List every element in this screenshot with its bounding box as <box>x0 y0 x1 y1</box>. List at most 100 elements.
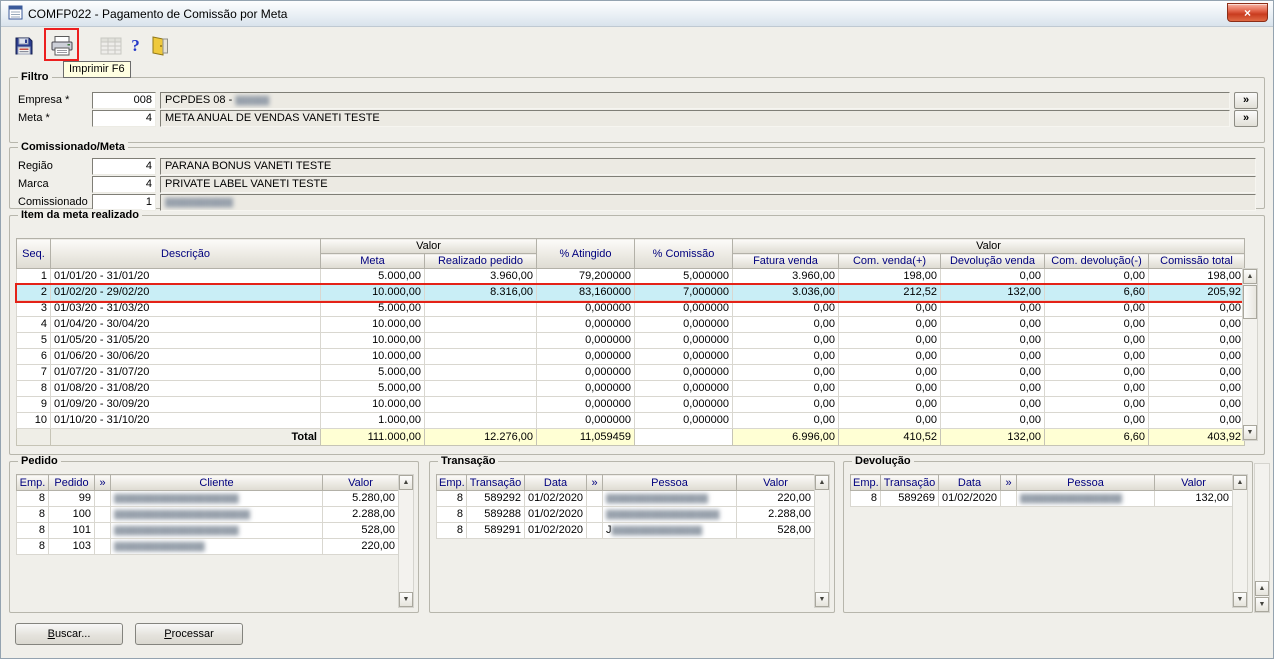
code-field[interactable]: 4 <box>92 110 156 127</box>
meta-row[interactable]: 10 01/10/20 - 31/10/20 1.000,00 0,000000… <box>16 412 1246 429</box>
col-header-fatura[interactable]: Fatura venda <box>732 253 839 269</box>
meta-row[interactable]: 6 01/06/20 - 30/06/20 10.000,00 0,000000… <box>16 348 1246 365</box>
transacao-row[interactable]: 8 589288 01/02/2020 ████████████████████… <box>436 506 815 523</box>
col-header-valor[interactable]: Valor <box>322 474 399 491</box>
col-header-com-devolucao[interactable]: Com. devolução(-) <box>1044 253 1149 269</box>
col-header-realizado[interactable]: Realizado pedido <box>424 253 537 269</box>
devolucao-scrollbar[interactable]: ▲ ▼ <box>1232 474 1248 608</box>
cell-comissao: 0,000000 <box>634 396 733 413</box>
cell-realizado <box>424 300 537 317</box>
cell-descricao: 01/08/20 - 31/08/20 <box>50 380 321 397</box>
col-header-emp[interactable]: Emp. <box>436 474 467 491</box>
col-header-valor[interactable]: Valor <box>736 474 815 491</box>
description-field[interactable]: META ANUAL DE VENDAS VANETI TESTE <box>160 110 1230 127</box>
save-button[interactable] <box>9 31 38 60</box>
col-header-descricao[interactable]: Descrição <box>50 238 321 269</box>
code-field[interactable]: 4 <box>92 176 156 193</box>
col-header-data[interactable]: Data <box>524 474 587 491</box>
scroll-down-icon[interactable]: ▼ <box>815 592 829 607</box>
description-field[interactable]: PCPDES 08 - ██████ <box>160 92 1230 109</box>
scroll-down-icon[interactable]: ▼ <box>1255 597 1269 612</box>
meta-row[interactable]: 3 01/03/20 - 31/03/20 5.000,00 0,000000 … <box>16 300 1246 317</box>
cell-pedido: 103 <box>48 538 95 555</box>
cell-meta: 10.000,00 <box>320 396 425 413</box>
cell-realizado <box>424 412 537 429</box>
description-field[interactable]: PARANA BONUS VANETI TESTE <box>160 158 1256 175</box>
cell-atingido: 0,000000 <box>536 412 635 429</box>
description-field[interactable]: ████████████ <box>160 194 1256 211</box>
meta-grid-table: Seq. Descrição Valor % Atingido % Comiss… <box>14 238 1247 446</box>
cell-meta: 10.000,00 <box>320 316 425 333</box>
print-button[interactable] <box>47 31 76 60</box>
col-header-emp[interactable]: Emp. <box>16 474 49 491</box>
pedido-row[interactable]: 8 99 ██████████████████████ 5.280,00 <box>16 490 399 507</box>
code-field[interactable]: 008 <box>92 92 156 109</box>
meta-row[interactable]: 5 01/05/20 - 31/05/20 10.000,00 0,000000… <box>16 332 1246 349</box>
buscar-button[interactable]: Buscar... <box>15 623 123 645</box>
exit-button[interactable] <box>145 31 174 60</box>
meta-row[interactable]: 4 01/04/20 - 30/04/20 10.000,00 0,000000… <box>16 316 1246 333</box>
code-field[interactable]: 4 <box>92 158 156 175</box>
scrollbar-thumb[interactable] <box>1243 285 1257 319</box>
scroll-up-icon[interactable]: ▲ <box>815 475 829 490</box>
scroll-up-icon[interactable]: ▲ <box>399 475 413 490</box>
bottom-pane-scrollbar[interactable]: ▲ ▼ <box>1254 463 1270 613</box>
transacao-scrollbar[interactable]: ▲ ▼ <box>814 474 830 608</box>
total-realizado: 12.276,00 <box>424 428 537 446</box>
col-header-more[interactable]: » <box>586 474 603 491</box>
col-header-more[interactable]: » <box>94 474 111 491</box>
cell-comissao-total: 205,92 <box>1147 284 1246 301</box>
cell-meta: 10.000,00 <box>320 332 425 349</box>
description-field[interactable]: PRIVATE LABEL VANETI TESTE <box>160 176 1256 193</box>
cell-seq: 1 <box>16 268 51 285</box>
processar-button[interactable]: Processar <box>135 623 243 645</box>
filtro-row: Empresa * 008 PCPDES 08 - ██████ » <box>10 92 1264 109</box>
cell-realizado <box>424 380 537 397</box>
pedido-row[interactable]: 8 100 ████████████████████████ 2.288,00 <box>16 506 399 523</box>
cell-comissao-total: 0,00 <box>1147 412 1246 429</box>
meta-grid-scrollbar[interactable]: ▲ ▼ <box>1242 268 1258 441</box>
total-row: Total 111.000,00 12.276,00 11,059459 6.9… <box>16 428 1246 446</box>
transacao-row[interactable]: 8 589291 01/02/2020 J████████████████ 52… <box>436 522 815 539</box>
pedido-scrollbar[interactable]: ▲ ▼ <box>398 474 414 608</box>
col-header-transacao[interactable]: Transação <box>466 474 525 491</box>
cell-comissao: 0,000000 <box>634 332 733 349</box>
col-header-valor[interactable]: Valor <box>1154 474 1233 491</box>
close-button[interactable]: × <box>1227 3 1268 22</box>
scroll-down-icon[interactable]: ▼ <box>1233 592 1247 607</box>
col-header-meta[interactable]: Meta <box>320 253 425 269</box>
scroll-up-icon[interactable]: ▲ <box>1255 581 1269 596</box>
lookup-button[interactable]: » <box>1234 110 1258 127</box>
pedido-row[interactable]: 8 103 ████████████████ 220,00 <box>16 538 399 555</box>
meta-row[interactable]: 1 01/01/20 - 31/01/20 5.000,00 3.960,00 … <box>16 268 1246 285</box>
col-header-pessoa[interactable]: Pessoa <box>1016 474 1155 491</box>
col-header-comissao[interactable]: % Comissão <box>634 238 733 269</box>
col-header-data[interactable]: Data <box>938 474 1001 491</box>
scroll-up-icon[interactable]: ▲ <box>1233 475 1247 490</box>
meta-row[interactable]: 9 01/09/20 - 30/09/20 10.000,00 0,000000… <box>16 396 1246 413</box>
scroll-down-icon[interactable]: ▼ <box>1243 425 1257 440</box>
cell-com-venda: 0,00 <box>838 380 941 397</box>
meta-row[interactable]: 2 01/02/20 - 29/02/20 10.000,00 8.316,00… <box>14 282 1247 303</box>
col-header-more[interactable]: » <box>1000 474 1017 491</box>
col-header-atingido[interactable]: % Atingido <box>536 238 635 269</box>
meta-row[interactable]: 7 01/07/20 - 31/07/20 5.000,00 0,000000 … <box>16 364 1246 381</box>
col-header-comissao-total[interactable]: Comissão total <box>1147 253 1246 269</box>
transacao-row[interactable]: 8 589292 01/02/2020 ██████████████████ 2… <box>436 490 815 507</box>
col-header-seq[interactable]: Seq. <box>16 238 51 269</box>
scroll-up-icon[interactable]: ▲ <box>1243 269 1257 284</box>
lookup-button[interactable]: » <box>1234 92 1258 109</box>
cell-com-venda: 0,00 <box>838 364 941 381</box>
devolucao-row[interactable]: 8 589269 01/02/2020 ██████████████████ 1… <box>850 490 1233 507</box>
col-header-com-venda[interactable]: Com. venda(+) <box>838 253 941 269</box>
col-header-emp[interactable]: Emp. <box>850 474 881 491</box>
scroll-down-icon[interactable]: ▼ <box>399 592 413 607</box>
meta-row[interactable]: 8 01/08/20 - 31/08/20 5.000,00 0,000000 … <box>16 380 1246 397</box>
col-header-pedido[interactable]: Pedido <box>48 474 95 491</box>
col-header-transacao[interactable]: Transação <box>880 474 939 491</box>
col-header-pessoa[interactable]: Pessoa <box>602 474 737 491</box>
pedido-row[interactable]: 8 101 ██████████████████████ 528,00 <box>16 522 399 539</box>
col-header-cliente[interactable]: Cliente <box>110 474 323 491</box>
col-header-devolucao-venda[interactable]: Devolução venda <box>940 253 1045 269</box>
cell-realizado: 3.960,00 <box>424 268 537 285</box>
